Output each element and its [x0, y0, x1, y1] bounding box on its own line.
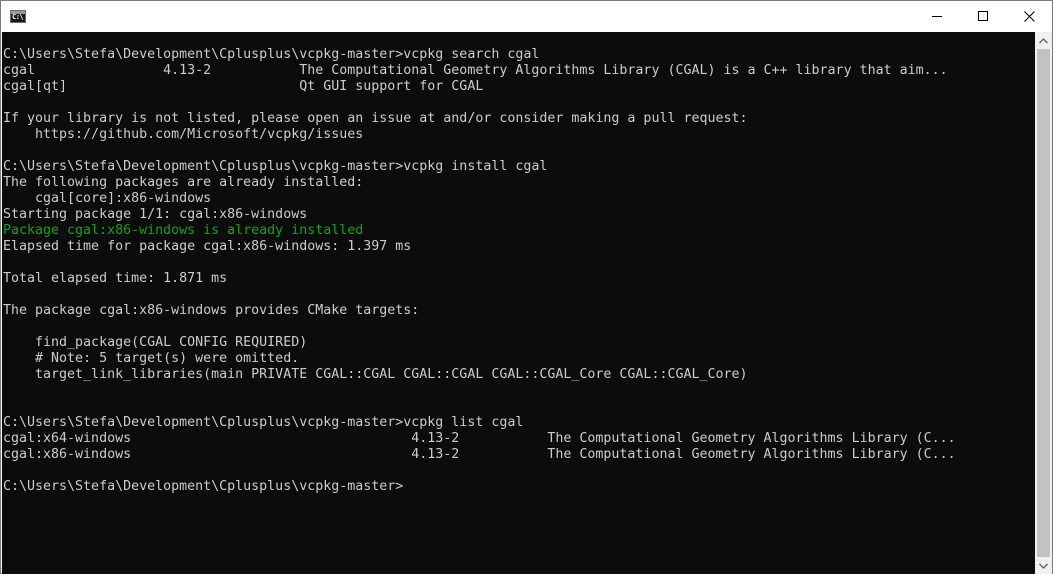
console-line: cgal:x86-windows 4.13-2 The Computationa… — [3, 447, 956, 462]
console-line: C:\Users\Stefa\Development\Cplusplus\vcp… — [3, 159, 548, 174]
maximize-icon — [978, 11, 988, 21]
scroll-up-button[interactable] — [1035, 32, 1052, 49]
maximize-button[interactable] — [960, 1, 1006, 31]
console-line: Total elapsed time: 1.871 ms — [3, 271, 228, 286]
scroll-up-arrow-icon — [1039, 37, 1048, 43]
scroll-down-arrow-icon — [1039, 563, 1048, 569]
console-line: Elapsed time for package cgal:x86-window… — [3, 239, 412, 254]
title-bar[interactable]: C:\ — [1, 1, 1052, 32]
console-line: cgal 4.13-2 The Computational Geometry A… — [3, 63, 948, 78]
console-line: The package cgal:x86-windows provides CM… — [3, 303, 420, 318]
close-icon — [1023, 10, 1035, 22]
console-line: Package cgal:x86-windows is already inst… — [3, 223, 364, 238]
console-line: Starting package 1/1: cgal:x86-windows — [3, 207, 308, 222]
vertical-scrollbar[interactable] — [1035, 32, 1052, 574]
console-line: C:\Users\Stefa\Development\Cplusplus\vcp… — [3, 415, 524, 430]
scrollbar-thumb[interactable] — [1037, 49, 1050, 557]
console-line: cgal:x64-windows 4.13-2 The Computationa… — [3, 431, 956, 446]
console-line: C:\Users\Stefa\Development\Cplusplus\vcp… — [3, 47, 540, 62]
scroll-down-button[interactable] — [1035, 557, 1052, 574]
console-line: find_package(CGAL CONFIG REQUIRED) — [3, 335, 308, 350]
minimize-button[interactable] — [914, 1, 960, 31]
close-button[interactable] — [1006, 1, 1052, 31]
minimize-icon — [932, 16, 942, 17]
console-icon[interactable]: C:\ — [10, 10, 26, 23]
console-line: # Note: 5 target(s) were omitted. — [3, 351, 300, 366]
console-line: The following packages are already insta… — [3, 175, 364, 190]
console-window: C:\ C:\Users\Stefa\Development\Cplusplus… — [0, 0, 1053, 574]
console-line: target_link_libraries(main PRIVATE CGAL:… — [3, 367, 748, 382]
console-line: C:\Users\Stefa\Development\Cplusplus\vcp… — [3, 479, 404, 494]
console-lines: C:\Users\Stefa\Development\Cplusplus\vcp… — [2, 32, 1035, 495]
console-output[interactable]: C:\Users\Stefa\Development\Cplusplus\vcp… — [2, 32, 1035, 574]
console-line: If your library is not listed, please op… — [3, 111, 748, 126]
console-line: cgal[qt] Qt GUI support for CGAL — [3, 79, 484, 94]
console-line: https://github.com/Microsoft/vcpkg/issue… — [3, 127, 364, 142]
console-line: cgal[core]:x86-windows — [3, 191, 212, 206]
